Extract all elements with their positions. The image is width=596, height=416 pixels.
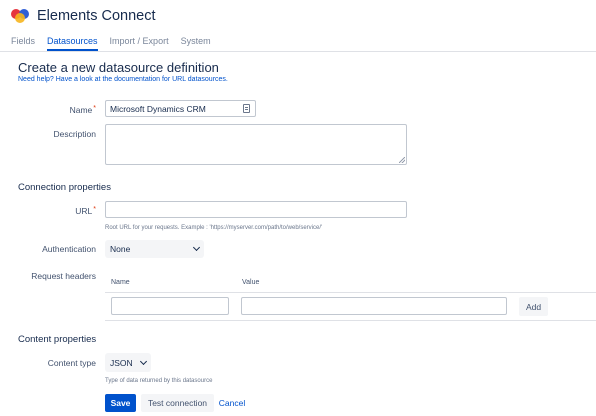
- content-type-label: Content type: [47, 358, 96, 368]
- authentication-value: None: [110, 244, 131, 254]
- content-type-hint: Type of data returned by this datasource: [105, 378, 213, 384]
- chevron-down-icon: [139, 357, 148, 365]
- help-link[interactable]: Need help? Have a look at the documentat…: [18, 76, 596, 83]
- headers-table-bottom-divider: [105, 320, 596, 321]
- description-label: Description: [53, 129, 96, 139]
- header-value-input[interactable]: [241, 297, 507, 315]
- add-header-button[interactable]: Add: [519, 297, 548, 316]
- elements-logo-icon: [11, 9, 31, 23]
- field-menu-icon[interactable]: [243, 104, 250, 113]
- name-input[interactable]: Microsoft Dynamics CRM: [105, 100, 256, 117]
- main-content: Create a new datasource definition Need …: [0, 60, 596, 83]
- required-mark: *: [93, 206, 96, 213]
- tab-bar: Fields Datasources Import / Export Syste…: [0, 32, 596, 52]
- headers-table-divider: [105, 292, 596, 293]
- name-input-value: Microsoft Dynamics CRM: [110, 104, 206, 114]
- url-hint: Root URL for your requests. Example : 'h…: [105, 225, 323, 231]
- content-properties-title: Content properties: [18, 334, 97, 345]
- url-label: URL*: [17, 206, 96, 216]
- authentication-select[interactable]: None: [105, 240, 204, 258]
- name-label: Name*: [17, 105, 96, 115]
- request-headers-label: Request headers: [31, 271, 96, 281]
- cancel-link[interactable]: Cancel: [216, 394, 248, 412]
- save-button[interactable]: Save: [105, 394, 136, 412]
- chevron-down-icon: [192, 243, 201, 252]
- app-header: Elements Connect: [0, 0, 596, 32]
- content-type-value: JSON: [110, 357, 133, 368]
- description-textarea[interactable]: [105, 124, 407, 165]
- name-label-text: Name: [69, 105, 93, 115]
- url-label-text: URL: [75, 206, 93, 216]
- header-name-input[interactable]: [111, 297, 229, 315]
- connection-properties-title: Connection properties: [18, 182, 111, 193]
- content-type-select[interactable]: JSON: [105, 353, 151, 372]
- app-title: Elements Connect: [37, 8, 156, 24]
- page-title: Create a new datasource definition: [18, 60, 219, 75]
- url-input[interactable]: [105, 201, 407, 218]
- tab-import-export[interactable]: Import / Export: [110, 32, 169, 51]
- required-mark: *: [93, 105, 96, 112]
- tab-system[interactable]: System: [181, 32, 211, 51]
- resize-handle-icon[interactable]: [399, 157, 405, 163]
- headers-col-name: Name: [111, 279, 130, 286]
- authentication-label: Authentication: [42, 244, 96, 254]
- test-connection-button[interactable]: Test connection: [141, 394, 214, 412]
- tab-datasources[interactable]: Datasources: [47, 32, 98, 51]
- headers-col-value: Value: [242, 279, 260, 286]
- tab-fields[interactable]: Fields: [11, 32, 35, 51]
